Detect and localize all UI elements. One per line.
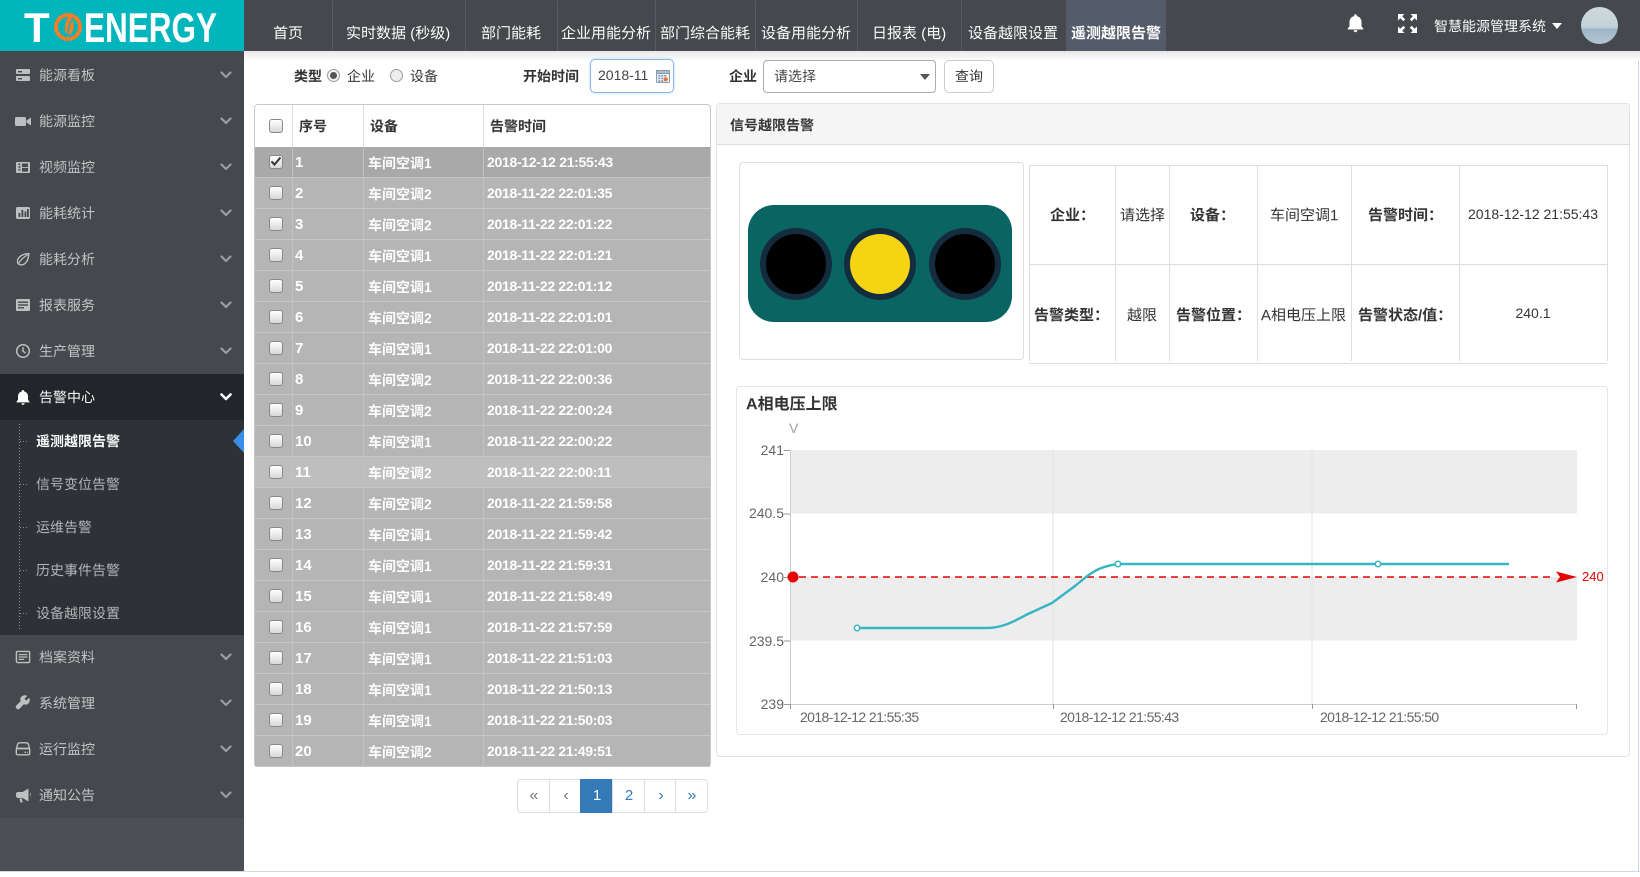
svg-text:240: 240 — [1582, 569, 1604, 584]
svg-text:2018-12-12 21:55:43: 2018-12-12 21:55:43 — [1060, 709, 1179, 725]
svg-text:241: 241 — [761, 442, 785, 458]
svg-text:V: V — [789, 420, 799, 436]
svg-text:2018-12-12 21:55:35: 2018-12-12 21:55:35 — [800, 709, 919, 725]
svg-text:T: T — [24, 5, 50, 47]
svg-text:239.5: 239.5 — [749, 633, 784, 649]
svg-text:240.5: 240.5 — [749, 505, 784, 521]
svg-text:240: 240 — [761, 569, 785, 585]
svg-text:239: 239 — [761, 696, 785, 712]
svg-text:ENERGY: ENERGY — [84, 5, 217, 47]
svg-text:2018-12-12 21:55:50: 2018-12-12 21:55:50 — [1320, 709, 1439, 725]
